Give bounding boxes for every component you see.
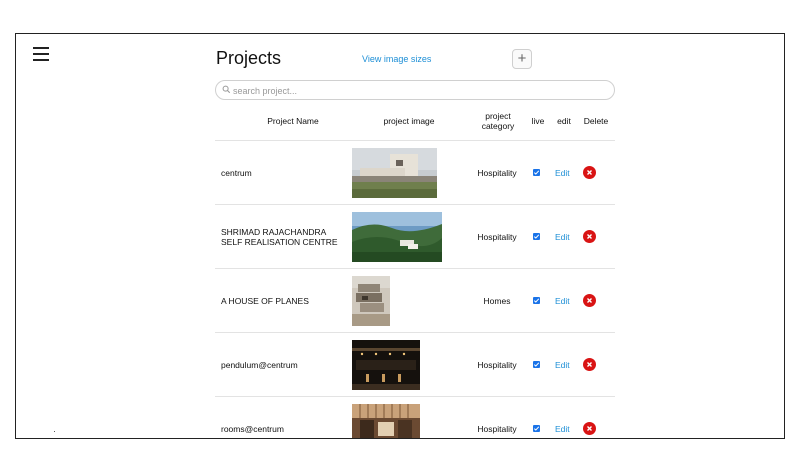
column-header-project-category: project category — [481, 111, 515, 131]
view-image-sizes-link[interactable]: View image sizes — [362, 54, 431, 64]
delete-icon[interactable] — [583, 230, 596, 243]
edit-link[interactable]: Edit — [555, 269, 570, 332]
delete-icon[interactable] — [583, 358, 596, 371]
search-input[interactable] — [231, 83, 605, 99]
search-bar[interactable] — [215, 80, 615, 100]
project-name: A HOUSE OF PLANES — [221, 295, 309, 306]
project-category: Hospitality — [477, 167, 517, 178]
project-name: rooms@centrum — [221, 423, 284, 434]
column-header-edit: edit — [557, 116, 571, 126]
project-name: SHRIMAD RAJACHANDRA SELF REALISATION CEN… — [221, 226, 338, 247]
project-image — [352, 212, 442, 262]
edit-link[interactable]: Edit — [555, 141, 570, 204]
project-image — [352, 276, 390, 326]
table-row: rooms@centrum Hospitality Edit — [215, 397, 615, 438]
project-image — [352, 340, 420, 390]
table-row: SHRIMAD RAJACHANDRA SELF REALISATION CEN… — [215, 205, 615, 269]
project-category: Hospitality — [477, 423, 517, 434]
column-header-project-image: project image — [383, 116, 435, 126]
project-category: Hospitality — [477, 359, 517, 370]
live-checkbox[interactable] — [533, 425, 540, 432]
live-checkbox[interactable] — [533, 361, 540, 368]
project-name: pendulum@centrum — [221, 359, 298, 370]
page-title: Projects — [216, 48, 282, 68]
project-image — [352, 148, 437, 198]
table-row: centrum Hospitality Edit — [215, 141, 615, 205]
column-header-live: live — [531, 116, 545, 126]
column-header-project-name: Project Name — [267, 116, 319, 126]
project-category: Hospitality — [477, 231, 517, 242]
delete-icon[interactable] — [583, 166, 596, 179]
table-row: A HOUSE OF PLANES Homes Edit — [215, 269, 615, 333]
live-checkbox[interactable] — [533, 233, 540, 240]
live-checkbox[interactable] — [533, 297, 540, 304]
stray-dot — [54, 431, 55, 432]
page-frame: Projects View image sizes + Project Name… — [15, 33, 785, 439]
delete-icon[interactable] — [583, 422, 596, 435]
table-row: pendulum@centrum Hospitality Edit — [215, 333, 615, 397]
project-image — [352, 404, 420, 438]
column-header-delete: Delete — [583, 116, 609, 126]
project-category: Homes — [483, 295, 511, 306]
add-project-button[interactable]: + — [512, 49, 532, 69]
edit-link[interactable]: Edit — [555, 205, 570, 268]
edit-link[interactable]: Edit — [555, 397, 570, 438]
live-checkbox[interactable] — [533, 169, 540, 176]
project-name: centrum — [221, 167, 252, 178]
delete-icon[interactable] — [583, 294, 596, 307]
hamburger-menu-icon[interactable] — [33, 47, 49, 61]
edit-link[interactable]: Edit — [555, 333, 570, 396]
search-icon — [222, 85, 231, 94]
